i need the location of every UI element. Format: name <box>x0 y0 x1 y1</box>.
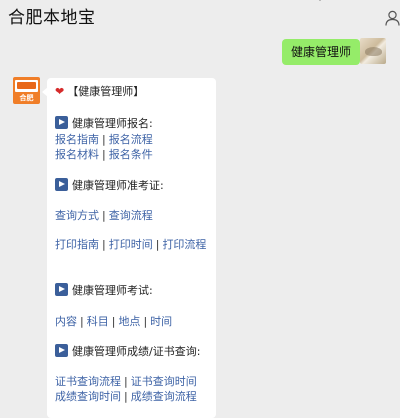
link-separator: | <box>124 390 128 403</box>
link-certificate-query-time[interactable]: 证书查询时间 <box>131 375 197 388</box>
link-exam-time[interactable]: 时间 <box>150 315 172 328</box>
link-print-guide[interactable]: 打印指南 <box>55 238 99 251</box>
outgoing-message-bubble[interactable]: 健康管理师 <box>282 39 366 65</box>
link-separator: | <box>102 133 106 146</box>
link-score-query-time[interactable]: 成绩查询时间 <box>55 390 121 403</box>
admission-links-row-1: 查询方式 | 查询流程 <box>55 208 153 223</box>
link-separator: | <box>102 209 106 222</box>
link-print-process[interactable]: 打印流程 <box>162 238 206 251</box>
link-registration-materials[interactable]: 报名材料 <box>55 148 99 161</box>
avatar-image <box>365 47 382 56</box>
play-icon <box>55 344 68 357</box>
registration-links-row-1: 报名指南 | 报名流程 <box>55 132 153 147</box>
card-heading: 【健康管理师】 <box>67 85 145 98</box>
link-separator: | <box>102 148 106 161</box>
section-title-admission-ticket: 健康管理师准考证: <box>55 178 164 193</box>
link-separator: | <box>143 315 148 328</box>
admission-links-row-2: 打印指南 | 打印时间 | 打印流程 <box>55 237 206 252</box>
score-links-row-2: 成绩查询时间 | 成绩查询流程 <box>55 389 197 404</box>
card-heading-line: ❤ 【健康管理师】 <box>55 84 144 99</box>
account-avatar-logo[interactable]: 合肥 <box>13 77 40 104</box>
user-profile-icon[interactable] <box>385 10 400 26</box>
incoming-message-card: ❤ 【健康管理师】 健康管理师报名: 报名指南 | 报名流程 报名材料 | 报名条件 健康… <box>42 78 216 418</box>
link-registration-process[interactable]: 报名流程 <box>109 133 153 146</box>
link-exam-subjects[interactable]: 科目 <box>87 315 109 328</box>
score-links-row-1: 证书查询流程 | 证书查询时间 <box>55 374 197 389</box>
link-separator: | <box>102 238 106 251</box>
heart-icon: ❤ <box>55 85 65 98</box>
play-icon <box>55 283 68 296</box>
link-registration-conditions[interactable]: 报名条件 <box>109 148 153 161</box>
exam-links-row: 内容 | 科目 | 地点 | 时间 <box>55 314 172 329</box>
my-avatar[interactable] <box>360 38 386 64</box>
play-icon <box>55 116 68 129</box>
logo-city-label: 合肥 <box>19 94 34 102</box>
link-separator: | <box>111 315 116 328</box>
link-registration-guide[interactable]: 报名指南 <box>55 133 99 146</box>
logo-mark <box>17 82 36 89</box>
link-query-process[interactable]: 查询流程 <box>109 209 153 222</box>
chat-title: 合肥本地宝 <box>8 8 96 28</box>
chat-header: 合肥本地宝 <box>0 0 400 35</box>
link-exam-content[interactable]: 内容 <box>55 315 77 328</box>
link-separator: | <box>80 315 84 328</box>
section-title-exam: 健康管理师考试: <box>55 283 153 298</box>
link-separator: | <box>124 375 128 388</box>
section-title-score-certificate: 健康管理师成绩/证书查询: <box>55 344 200 359</box>
link-score-query-process[interactable]: 成绩查询流程 <box>131 390 197 403</box>
link-query-method[interactable]: 查询方式 <box>55 209 99 222</box>
link-print-time[interactable]: 打印时间 <box>109 238 153 251</box>
play-icon <box>55 178 68 191</box>
link-separator: | <box>155 238 160 251</box>
registration-links-row-2: 报名材料 | 报名条件 <box>55 147 153 162</box>
options-icon[interactable] <box>315 0 325 4</box>
link-certificate-query-process[interactable]: 证书查询流程 <box>55 375 121 388</box>
section-title-registration: 健康管理师报名: <box>55 116 153 131</box>
link-exam-location[interactable]: 地点 <box>118 315 140 328</box>
